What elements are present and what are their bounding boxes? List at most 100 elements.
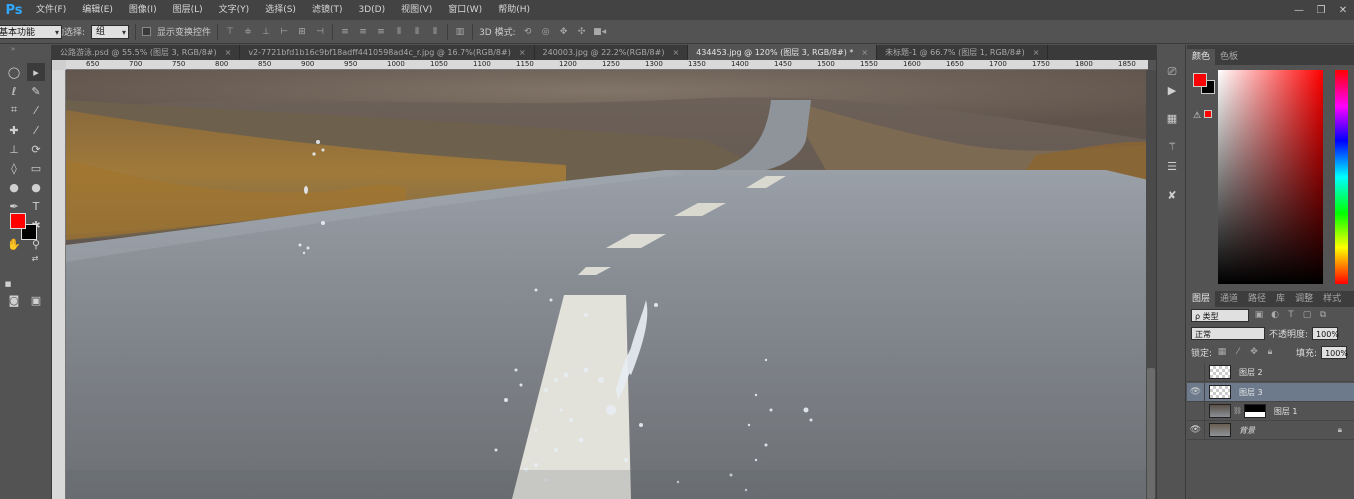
type-tool-icon[interactable]: T [27,197,45,215]
mask-link-icon[interactable]: ⛓ [1233,407,1242,415]
tab-close-icon[interactable]: × [225,48,232,57]
color-panel-foreground-swatch[interactable] [1193,73,1207,87]
blend-mode-dropdown[interactable]: 正常 [1191,326,1265,340]
distribute-vcenter-icon[interactable]: ≡ [357,26,369,38]
filter-type-icon[interactable]: T [1285,309,1297,321]
align-vcenter-icon[interactable]: ≑ [242,26,254,38]
toolbox-collapse-icon[interactable]: » [4,45,22,53]
doc-tab-3[interactable]: 240003.jpg @ 22.2%(RGB/8#) × [535,45,689,60]
horizontal-ruler[interactable]: 650 700 750 800 850 900 950 1000 1050 1100 1150 120… [66,60,1148,70]
tab-layers[interactable]: 图层 [1187,291,1216,307]
history-brush-tool-icon[interactable]: ⟳ [27,140,45,158]
align-left-icon[interactable]: ⊢ [278,26,290,38]
menu-filter[interactable]: 滤镜(T) [304,0,351,20]
ruler-corner[interactable] [52,60,66,70]
layer-filter-dropdown[interactable]: ρ 类型 [1191,308,1249,322]
3d-roll-icon[interactable]: ◎ [540,26,552,38]
eyedropper-tool-icon[interactable]: ⁄ [27,101,45,119]
layer-mask-thumbnail[interactable] [1243,404,1266,418]
actions-play-icon[interactable]: ▶ [1163,81,1181,99]
menu-layer[interactable]: 图层(L) [165,0,211,20]
tab-styles[interactable]: 样式 [1318,291,1346,307]
doc-tab-4-active[interactable]: 434453.jpg @ 120% (图层 3, RGB/8#) * × [688,45,878,60]
doc-tab-2[interactable]: v2-7721bfd1b16c9bf18adff4410598ad4c_r.jp… [240,45,535,60]
align-hcenter-icon[interactable]: ⊞ [296,26,308,38]
tab-color[interactable]: 颜色 [1187,49,1216,65]
minimize-button[interactable]: — [1288,0,1310,20]
brush-tool-icon[interactable]: ⁄ [27,121,45,139]
tab-adjustments[interactable]: 调整 [1290,291,1318,307]
layer-row-background[interactable]: 👁︎ 背景 🔒︎ [1187,420,1354,440]
gamut-warning-icon[interactable]: ⚠ [1193,110,1212,121]
opacity-input[interactable]: 100% [1312,326,1339,340]
properties-icon[interactable]: ☰ [1163,157,1181,175]
tab-close-icon[interactable]: × [519,48,526,57]
lock-position-icon[interactable]: ✥ [1248,346,1260,358]
distribute-bottom-icon[interactable]: ≡ [375,26,387,38]
clone-stamp-tool-icon[interactable]: ⊥ [5,140,23,158]
tab-paths[interactable]: 路径 [1243,291,1271,307]
tab-libraries[interactable]: 库 [1271,291,1290,307]
menu-type[interactable]: 文字(Y) [211,0,258,20]
visibility-toggle[interactable] [1187,362,1205,382]
menu-file[interactable]: 文件(F) [28,0,74,20]
tab-swatches[interactable]: 色板 [1215,49,1243,65]
histogram-icon[interactable]: ▦ [1163,109,1181,127]
filter-shape-icon[interactable]: ▢ [1301,309,1313,321]
default-colors-icon[interactable]: ■ [3,279,13,289]
show-transform-checkbox[interactable] [142,27,152,36]
distribute-hcenter-icon[interactable]: ⫴ [411,26,423,38]
move-tool-icon[interactable]: ▸ [27,63,45,81]
dodge-tool-icon[interactable]: ● [27,178,45,196]
3d-rotate-icon[interactable]: ⟲ [522,26,534,38]
align-right-icon[interactable]: ⊣ [314,26,326,38]
doc-tab-5[interactable]: 未标题-1 @ 66.7% (图层 1, RGB/8#) × [877,45,1049,60]
swap-colors-icon[interactable]: ⇄ [30,253,40,263]
lasso-tool-icon[interactable]: ℓ [5,82,23,100]
foreground-color-swatch[interactable] [10,213,26,229]
lock-image-icon[interactable]: ⁄ [1232,346,1244,358]
align-top-icon[interactable]: ⊤ [224,26,236,38]
hue-slider[interactable] [1335,70,1348,284]
align-bottom-icon[interactable]: ⊥ [260,26,272,38]
distribute-right-icon[interactable]: ⫴ [429,26,441,38]
filter-pixel-icon[interactable]: ▣ [1253,309,1265,321]
tool-presets-icon[interactable]: ✘ [1163,186,1181,204]
scrollbar-thumb[interactable] [1147,368,1155,499]
3d-pan-icon[interactable]: ✥ [558,26,570,38]
document-canvas[interactable] [66,70,1148,499]
doc-tab-1[interactable]: 公路游泳.psd @ 55.5% (图层 3, RGB/8#) × [52,45,241,60]
menu-window[interactable]: 窗口(W) [440,0,490,20]
menu-view[interactable]: 视图(V) [393,0,440,20]
lock-all-icon[interactable]: 🔒︎ [1264,346,1276,358]
gradient-tool-icon[interactable]: ▭ [27,159,45,177]
healing-brush-tool-icon[interactable]: ✚ [5,121,23,139]
tab-close-icon[interactable]: × [1033,48,1040,57]
filter-adjustment-icon[interactable]: ◐ [1269,309,1281,321]
color-picker-field[interactable] [1218,70,1323,284]
auto-align-icon[interactable]: ▥ [454,26,466,38]
3d-scale-icon[interactable]: ■◂ [593,26,606,38]
workspace-dropdown[interactable]: 基本功能 [0,25,62,40]
layer-row-1[interactable]: ⛓ 图层 1 [1187,401,1354,421]
eraser-tool-icon[interactable]: ◊ [5,159,23,177]
quick-mask-icon[interactable]: ◙ [5,291,23,309]
quick-select-tool-icon[interactable]: ✎ [27,82,45,100]
brush-presets-icon[interactable]: ⚚ [1163,137,1181,155]
eye-icon[interactable]: 👁︎ [1187,382,1205,402]
tab-close-icon[interactable]: × [672,48,679,57]
menu-help[interactable]: 帮助(H) [490,0,538,20]
restore-button[interactable]: ❐ [1310,0,1332,20]
layer-row-2[interactable]: 图层 2 [1187,362,1354,382]
lock-transparent-icon[interactable]: ▦ [1216,346,1228,358]
menu-edit[interactable]: 编辑(E) [74,0,121,20]
tab-close-icon[interactable]: × [861,48,868,57]
eye-icon[interactable]: 👁︎ [1187,420,1205,440]
auto-select-dropdown[interactable]: 组 [91,24,130,39]
distribute-left-icon[interactable]: ⫴ [393,26,405,38]
visibility-toggle[interactable] [1187,401,1205,421]
marquee-tool-icon[interactable]: ◯ [5,63,23,81]
3d-slide-icon[interactable]: ✣ [576,26,588,38]
close-button[interactable]: ✕ [1332,0,1354,20]
menu-image[interactable]: 图像(I) [121,0,165,20]
